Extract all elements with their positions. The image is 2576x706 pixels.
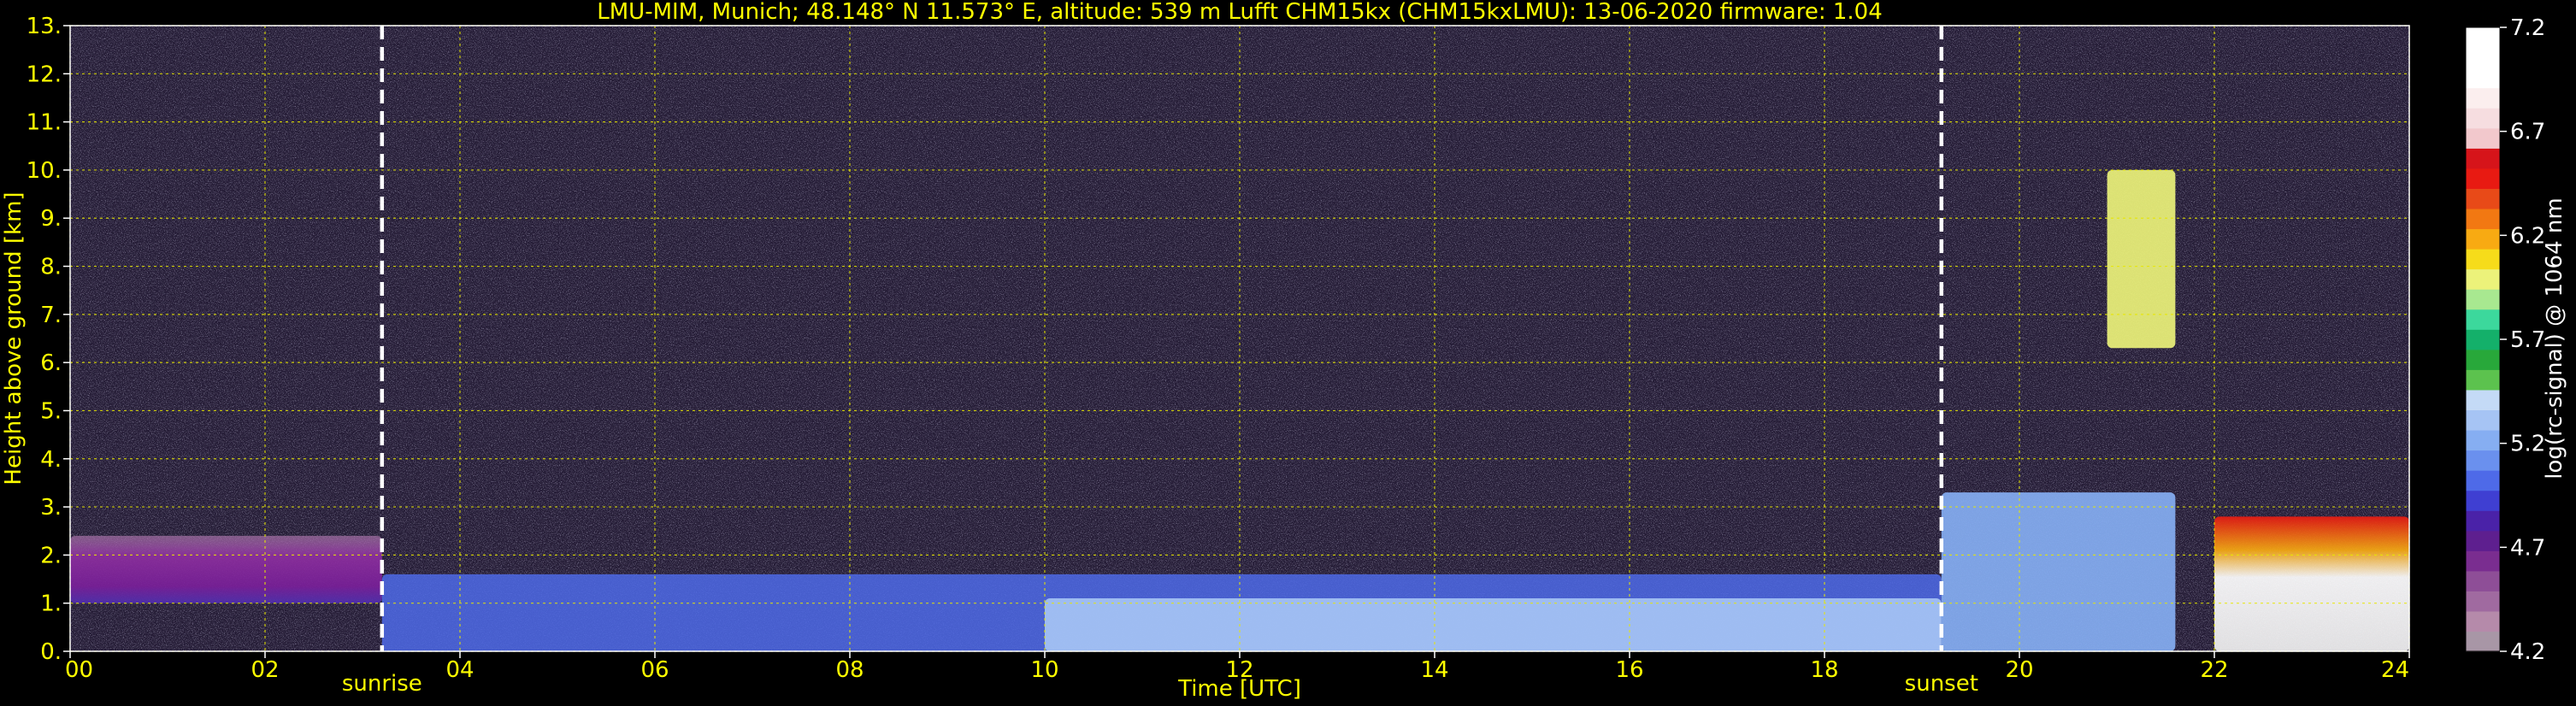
colorbar-segment [2466, 87, 2500, 109]
x-tick-label: 08 [835, 657, 864, 683]
x-tick-label: 06 [640, 657, 669, 683]
colorbar-segment [2466, 168, 2500, 189]
plot-area: sunrise sunset 00 02 04 06 08 10 12 14 16 18 20 22 24… [27, 14, 2410, 697]
colorbar-segment [2466, 429, 2500, 451]
y-tick-label: 4. [40, 447, 62, 473]
chart-title: LMU-MIM, Munich; 48.148° N 11.573° E, al… [597, 0, 1882, 25]
x-tick-label: 02 [251, 657, 279, 683]
x-tick-label: 16 [1615, 657, 1643, 683]
colorbar-segment [2466, 510, 2500, 532]
colorbar-segment [2466, 470, 2500, 491]
y-tick-label: 12. [27, 62, 62, 87]
colorbar-tick-label: 7.2 [2510, 15, 2545, 41]
feature-evening-layer [1941, 492, 2176, 651]
y-tick-label: 7. [40, 303, 62, 328]
ceilometer-chart: LMU-MIM, Munich; 48.148° N 11.573° E, al… [0, 0, 2576, 706]
y-tick-label: 6. [40, 350, 62, 376]
colorbar-segment [2466, 68, 2500, 89]
y-tick-label: 1. [40, 591, 62, 617]
y-tick-label: 0. [40, 639, 62, 665]
colorbar-segment [2466, 289, 2500, 310]
colorbar-tick-label: 6.7 [2510, 120, 2545, 145]
colorbar-segment [2466, 329, 2500, 350]
colorbar-segment [2466, 249, 2500, 270]
x-tick-label: 20 [2005, 657, 2033, 683]
colorbar-segment [2466, 409, 2500, 431]
y-tick-label: 10. [27, 158, 62, 184]
x-tick-label: 04 [445, 657, 474, 683]
colorbar-label: log(rc-signal) @ 1064 nm [2542, 197, 2567, 479]
x-tick-label: 18 [1810, 657, 1838, 683]
colorbar-segment [2466, 108, 2500, 129]
colorbar-segment [2466, 570, 2500, 591]
colorbar-tick-label: 6.2 [2510, 223, 2545, 249]
colorbar-segment [2466, 27, 2500, 49]
colorbar-segment [2466, 631, 2500, 652]
marker-label-sunrise: sunrise [342, 671, 422, 697]
colorbar-segment [2466, 369, 2500, 391]
colorbar-segments [2465, 26, 2501, 652]
colorbar-segment [2466, 530, 2500, 551]
x-tick-label: 00 [65, 657, 93, 683]
colorbar-segment [2466, 208, 2500, 230]
colorbar-tick-label: 4.7 [2510, 535, 2545, 561]
y-tick-label: 13. [27, 14, 62, 39]
x-tick-label: 10 [1030, 657, 1058, 683]
y-tick-label: 11. [27, 110, 62, 136]
colorbar-tick-label: 4.2 [2510, 639, 2545, 665]
feature-cirrus [2107, 169, 2176, 349]
feature-fog [2214, 516, 2409, 651]
y-tick-label: 5. [40, 398, 62, 424]
colorbar-segment [2466, 188, 2500, 209]
colorbar-segment [2466, 148, 2500, 169]
x-tick-label: 14 [1420, 657, 1448, 683]
x-tick-label: 22 [2200, 657, 2228, 683]
marker-label-sunset: sunset [1905, 671, 1978, 697]
y-tick-label: 2. [40, 543, 62, 568]
colorbar-segment [2466, 591, 2500, 612]
x-tick-label: 24 [2381, 657, 2409, 683]
colorbar-segment [2466, 127, 2500, 149]
colorbar-segment [2466, 490, 2500, 511]
colorbar-tick-label: 5.7 [2510, 327, 2545, 353]
colorbar-segment [2466, 268, 2500, 290]
colorbar-segment [2466, 228, 2500, 250]
y-tick-label: 8. [40, 255, 62, 280]
colorbar-segment [2466, 47, 2500, 68]
colorbar-segment [2466, 610, 2500, 632]
colorbar-segment [2466, 550, 2500, 572]
y-tick-label: 9. [40, 206, 62, 232]
colorbar-tick-label: 5.2 [2510, 432, 2545, 457]
colorbar-segment [2466, 389, 2500, 411]
feature-convective-layer [1045, 598, 1942, 651]
colorbar-segment [2466, 349, 2500, 370]
x-axis-label: Time [UTC] [1177, 676, 1301, 702]
colorbar-segment [2466, 309, 2500, 330]
colorbar-segment [2466, 450, 2500, 471]
y-tick-label: 3. [40, 495, 62, 521]
feature-residual-layer [70, 535, 382, 603]
y-axis-label: Height above ground [km] [1, 191, 27, 485]
